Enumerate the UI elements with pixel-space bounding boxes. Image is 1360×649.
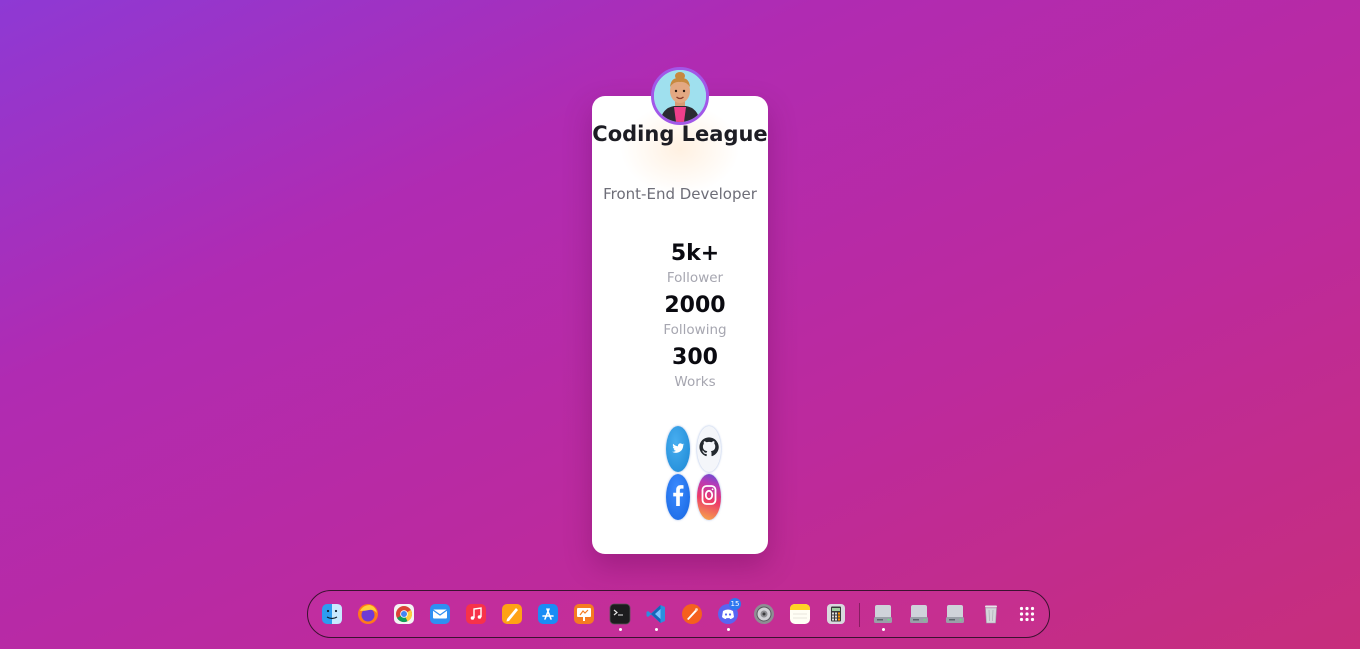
avatar [651,67,709,125]
calculator-icon [827,604,845,624]
dock-separator [859,603,860,627]
twitter-icon [671,440,685,459]
notes-icon [790,604,810,624]
app-grid-icon [1019,606,1035,622]
trash-icon [985,605,997,624]
profile-card: Coding League Front-End Developer 5k+ Fo… [592,67,768,554]
firefox-icon [358,604,378,624]
profile-role: Front-End Developer [603,185,757,203]
drive-icon [910,605,928,623]
pages-icon [502,604,522,624]
github-link[interactable] [697,426,721,472]
facebook-link[interactable] [666,474,690,520]
stat-following: 2000 Following [648,288,742,340]
running-indicator [655,628,658,631]
stat-follower: 5k+ Follower [648,236,742,288]
stat-value: 300 [672,345,718,370]
dock-item-mail[interactable] [429,603,451,625]
music-icon [466,604,486,624]
stat-label: Follower [666,270,724,286]
drive-icon [874,605,892,623]
dock-item-drive-3[interactable] [944,603,966,625]
keynote-icon [574,604,594,624]
dock-item-pages[interactable] [501,603,523,625]
dock-item-trash[interactable] [980,603,1002,625]
stat-label: Works [674,374,716,390]
running-indicator [727,628,730,631]
dock-item-vscode[interactable] [645,603,667,625]
dock: 15 [307,590,1050,638]
settings-icon [754,604,774,624]
dock-item-terminal[interactable] [609,603,631,625]
stat-value: 2000 [664,293,726,318]
instagram-icon [701,483,717,511]
instagram-link[interactable] [697,474,721,520]
facebook-icon [672,484,684,510]
mail-icon [430,604,450,624]
chrome-icon [394,604,414,624]
stat-value: 5k+ [670,241,720,266]
dock-item-launchpad[interactable] [1016,603,1038,625]
dock-item-discord[interactable]: 15 [717,598,741,625]
dock-item-calculator[interactable] [825,603,847,625]
dock-item-music[interactable] [465,603,487,625]
dock-item-drive-2[interactable] [908,603,930,625]
stats-list: 5k+ Follower 2000 Following 300 Works [648,236,742,392]
dock-item-drive-1[interactable] [872,603,894,625]
running-indicator [882,628,885,631]
drive-icon [946,605,964,623]
dock-item-chrome[interactable] [393,603,415,625]
twitter-link[interactable] [666,426,690,472]
github-icon [699,436,719,462]
terminal-icon [609,603,631,625]
swift-icon [682,604,702,624]
dock-item-app-store[interactable] [537,603,559,625]
dock-item-system-preferences[interactable] [753,603,775,625]
dock-item-firefox[interactable] [357,603,379,625]
dock-item-notes[interactable] [789,603,811,625]
stat-works: 300 Works [648,340,742,392]
dock-item-swift-playgrounds[interactable] [681,603,703,625]
vscode-icon [646,605,665,623]
social-links [666,426,726,526]
running-indicator [619,628,622,631]
app-store-icon [538,604,558,624]
notification-badge: 15 [729,598,741,610]
dock-item-finder[interactable] [321,603,343,625]
stat-label: Following [663,322,727,338]
finder-icon [322,604,342,624]
dock-item-keynote[interactable] [573,603,595,625]
